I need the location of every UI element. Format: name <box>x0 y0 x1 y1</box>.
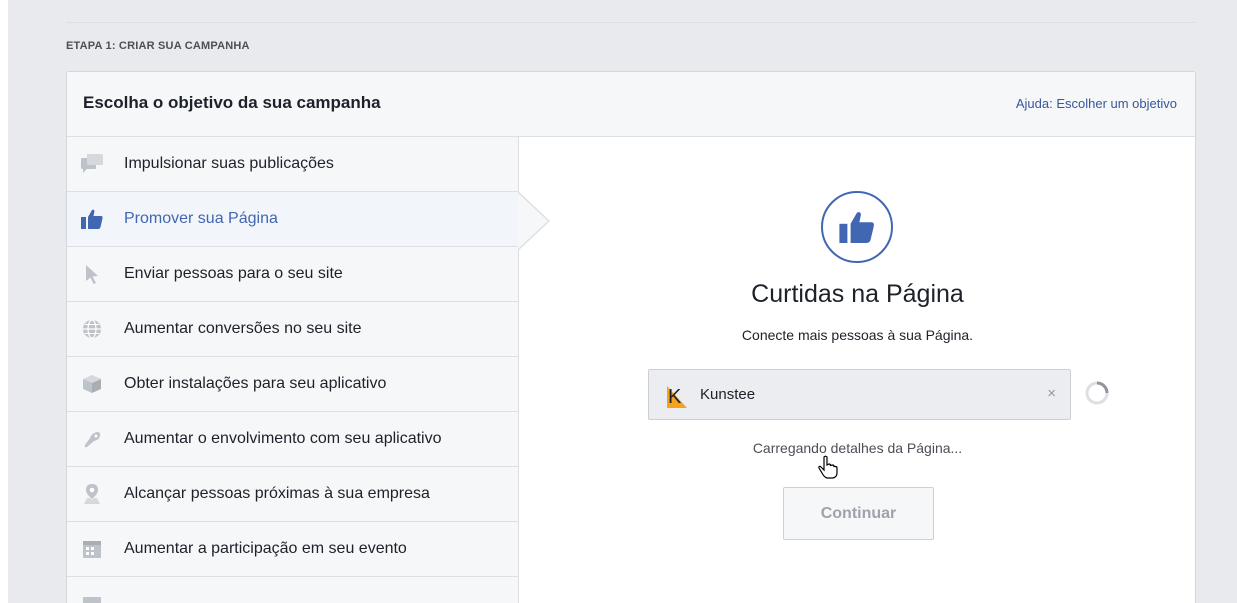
cursor-icon <box>81 263 103 285</box>
top-divider <box>66 22 1196 23</box>
loading-text: Carregando detalhes da Página... <box>752 440 963 456</box>
objective-item-app-engagement[interactable]: Aumentar o envolvimento com seu aplicati… <box>67 412 518 467</box>
objective-item-app-installs[interactable]: Obter instalações para seu aplicativo <box>67 357 518 412</box>
campaign-objective-panel: Escolha o objetivo da sua campanha Ajuda… <box>66 71 1196 603</box>
detail-subtitle: Conecte mais pessoas à sua Página. <box>741 327 974 343</box>
objective-item-promote-page[interactable]: Promover sua Página <box>67 192 518 247</box>
objective-label: Aumentar o envolvimento com seu aplicati… <box>124 430 442 447</box>
detail-title: Curtidas na Página <box>751 280 964 308</box>
thumbs-up-icon <box>821 191 893 263</box>
page-selector[interactable]: K Kunstee × <box>648 369 1071 420</box>
hand-cursor-icon <box>817 455 839 479</box>
globe-icon <box>81 318 103 340</box>
continue-button[interactable]: Continuar <box>783 487 934 540</box>
objective-detail: Curtidas na Página Conecte mais pessoas … <box>520 137 1195 603</box>
box-icon <box>81 373 103 395</box>
calendar-icon <box>81 538 103 560</box>
gamepad-icon <box>81 428 103 450</box>
objective-label: Enviar pessoas para o seu site <box>124 265 343 282</box>
loading-spinner-icon <box>1083 379 1111 407</box>
frame-edge <box>0 0 8 603</box>
panel-header: Escolha o objetivo da sua campanha Ajuda… <box>67 72 1195 137</box>
objective-label: Alcançar pessoas próximas à sua empresa <box>124 485 430 502</box>
objective-label: Promover sua Página <box>124 210 278 227</box>
objective-item-event-responses[interactable]: Aumentar a participação em seu evento <box>67 522 518 577</box>
objective-item-conversions[interactable]: Aumentar conversões no seu site <box>67 302 518 357</box>
panel-title: Escolha o objetivo da sua campanha <box>83 93 381 112</box>
objective-item-partial[interactable] <box>67 577 518 603</box>
objective-list: Impulsionar suas publicações Promover su… <box>67 137 519 603</box>
svg-text:K: K <box>668 386 682 408</box>
objective-item-local-awareness[interactable]: Alcançar pessoas próximas à sua empresa <box>67 467 518 522</box>
tag-icon <box>81 593 103 603</box>
location-pin-icon <box>81 483 103 505</box>
chat-bubbles-icon <box>81 153 103 175</box>
objective-label: Aumentar a participação em seu evento <box>124 540 407 557</box>
objective-label: Aumentar conversões no seu site <box>124 320 362 337</box>
clear-icon[interactable]: × <box>1047 385 1056 402</box>
thumbs-up-icon <box>81 208 103 230</box>
page-name: Kunstee <box>700 386 756 403</box>
step-label: ETAPA 1: CRIAR SUA CAMPANHA <box>66 40 250 52</box>
help-link[interactable]: Ajuda: Escolher um objetivo <box>1016 96 1177 111</box>
kunstee-logo: K <box>665 382 687 408</box>
objective-item-boost-posts[interactable]: Impulsionar suas publicações <box>67 137 518 192</box>
objective-label: Obter instalações para seu aplicativo <box>124 375 387 392</box>
objective-label: Impulsionar suas publicações <box>124 155 334 172</box>
objective-item-website-clicks[interactable]: Enviar pessoas para o seu site <box>67 247 518 302</box>
